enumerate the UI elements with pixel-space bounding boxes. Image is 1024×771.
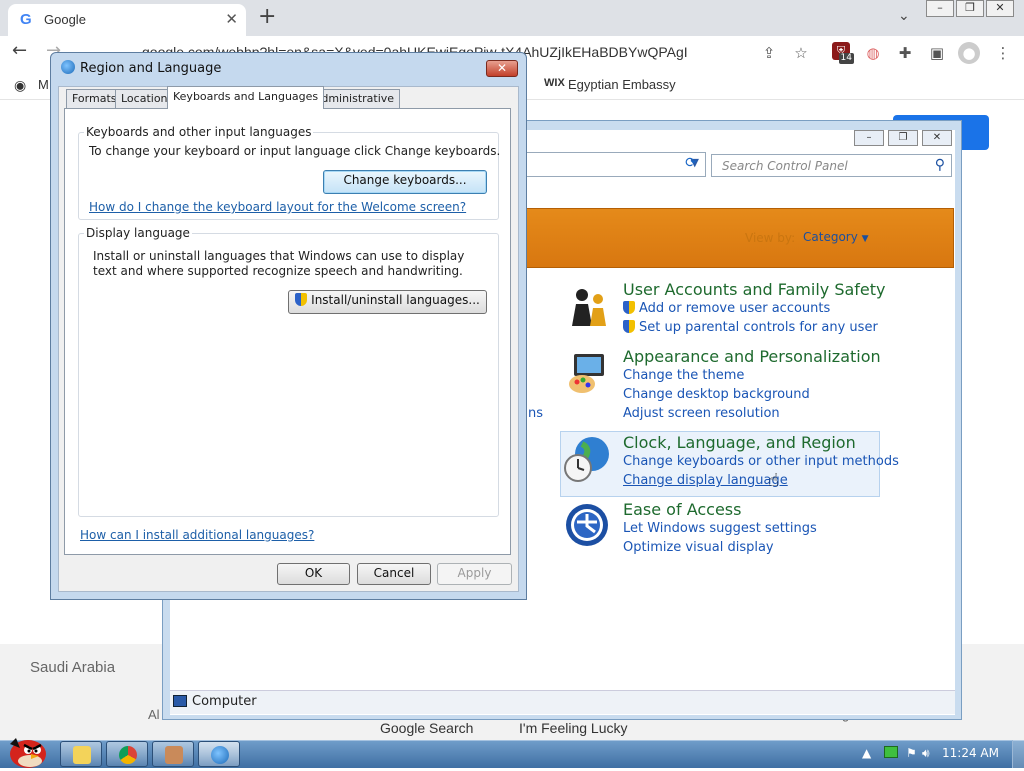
- chevron-down-icon: ▼: [861, 234, 869, 244]
- display-language-group-label: Display language: [84, 226, 192, 240]
- feeling-lucky-button[interactable]: I'm Feeling Lucky: [519, 720, 628, 736]
- google-favicon-icon: G: [20, 11, 32, 28]
- install-additional-languages-link[interactable]: How can I install additional languages?: [80, 528, 314, 542]
- tab-location[interactable]: Location: [115, 89, 174, 108]
- taskbar-control-panel-button[interactable]: [198, 741, 240, 767]
- appearance-icon[interactable]: [566, 350, 612, 396]
- footer-country: Saudi Arabia: [30, 659, 116, 676]
- network-icon[interactable]: [884, 746, 898, 758]
- uac-shield-icon: [623, 301, 635, 314]
- ease-of-access-icon[interactable]: [564, 502, 610, 548]
- show-desktop-button[interactable]: [1012, 740, 1024, 768]
- extension-icon[interactable]: ⛨ 14: [832, 42, 854, 64]
- restore-button[interactable]: ❐: [956, 0, 984, 17]
- link-screen-resolution[interactable]: Adjust screen resolution: [623, 406, 780, 421]
- extensions-puzzle-icon[interactable]: ✚: [894, 42, 916, 64]
- link-add-remove-users[interactable]: Add or remove user accounts: [623, 301, 830, 316]
- change-keyboards-button[interactable]: Change keyboards...: [323, 170, 487, 194]
- link-windows-suggest[interactable]: Let Windows suggest settings: [623, 521, 817, 536]
- cp-close-button[interactable]: ✕: [922, 130, 952, 146]
- taskbar-app-button[interactable]: [152, 741, 194, 767]
- keyboards-group-label: Keyboards and other input languages: [84, 125, 314, 139]
- cp-status-bar: [170, 690, 955, 714]
- minimize-button[interactable]: –: [926, 0, 954, 17]
- bookmark-egyptian-embassy[interactable]: Egyptian Embassy: [568, 77, 676, 92]
- install-uninstall-languages-button[interactable]: Install/uninstall languages...: [288, 290, 487, 314]
- install-button-label: Install/uninstall languages...: [311, 293, 480, 307]
- tab-close-icon[interactable]: ✕: [225, 10, 238, 28]
- app-icon: [165, 746, 183, 764]
- bookmark-globe-icon: ◉: [14, 77, 27, 93]
- category-title-appearance[interactable]: Appearance and Personalization: [623, 347, 881, 366]
- chrome-icon: [119, 746, 137, 764]
- bookmark-item[interactable]: M: [38, 77, 49, 92]
- cancel-button[interactable]: Cancel: [357, 563, 431, 585]
- control-panel-icon: [211, 746, 229, 764]
- side-panel-icon[interactable]: ▣: [926, 42, 948, 64]
- clock-globe-icon[interactable]: [564, 434, 610, 482]
- clock-time[interactable]: 11:24 AM: [942, 746, 999, 760]
- browser-window-controls: – ❐ ✕: [918, 0, 1018, 18]
- back-arrow-icon[interactable]: ←: [12, 40, 27, 61]
- tab-keyboards-languages[interactable]: Keyboards and Languages: [167, 86, 325, 109]
- truncated-link[interactable]: ns: [528, 406, 543, 421]
- link-text: Add or remove user accounts: [639, 301, 831, 316]
- dialog-close-button[interactable]: ✕: [486, 60, 518, 77]
- category-title-clock-language-region[interactable]: Clock, Language, and Region: [623, 433, 856, 452]
- close-button[interactable]: ✕: [986, 0, 1014, 17]
- link-change-theme[interactable]: Change the theme: [623, 368, 744, 383]
- volume-icon[interactable]: 🔊︎: [922, 746, 930, 761]
- view-by-value: Category: [803, 230, 858, 244]
- ok-button[interactable]: OK: [277, 563, 350, 585]
- extension-flag-icon[interactable]: ◍: [862, 42, 884, 64]
- link-parental-controls[interactable]: Set up parental controls for any user: [623, 320, 878, 335]
- search-placeholder: Search Control Panel: [722, 159, 848, 173]
- link-desktop-background[interactable]: Change desktop background: [623, 387, 810, 402]
- bookmark-star-icon[interactable]: ☆: [790, 42, 812, 64]
- profile-avatar-icon[interactable]: ●: [958, 42, 980, 64]
- google-search-button[interactable]: Google Search: [380, 720, 473, 736]
- region-globe-icon: [61, 60, 75, 74]
- dialog-title: Region and Language: [80, 61, 222, 76]
- new-tab-button[interactable]: +: [258, 4, 276, 29]
- uac-shield-icon: [623, 320, 635, 333]
- angry-bird-start-icon[interactable]: [4, 730, 48, 768]
- search-icon[interactable]: ⚲: [935, 157, 945, 173]
- view-by-dropdown[interactable]: Category ▼: [803, 230, 869, 244]
- hand-cursor-icon: ☝: [768, 470, 779, 491]
- browser-tab[interactable]: G Google ✕: [8, 4, 246, 36]
- category-title-user-accounts[interactable]: User Accounts and Family Safety: [623, 280, 886, 299]
- cp-restore-button[interactable]: ❐: [888, 130, 918, 146]
- flag-icon[interactable]: ⚑: [906, 746, 917, 760]
- link-change-keyboards[interactable]: Change keyboards or other input methods: [623, 454, 899, 469]
- keyboards-group-text: To change your keyboard or input languag…: [89, 144, 501, 158]
- taskbar-explorer-button[interactable]: [60, 741, 102, 767]
- tab-title: Google: [44, 12, 86, 27]
- show-hidden-icons-icon[interactable]: ▲: [862, 746, 871, 760]
- uac-shield-icon: [295, 293, 308, 306]
- wix-logo-icon: WIX: [544, 77, 565, 89]
- apply-button[interactable]: Apply: [437, 563, 512, 585]
- user-accounts-icon[interactable]: [566, 284, 612, 330]
- chrome-menu-icon[interactable]: ⋮: [992, 42, 1014, 64]
- footer-link-fragment[interactable]: Al: [148, 707, 160, 722]
- tab-search-chevron-icon[interactable]: ⌄: [898, 8, 910, 24]
- link-optimize-visual[interactable]: Optimize visual display: [623, 540, 774, 555]
- status-text: Computer: [192, 694, 257, 709]
- link-change-display-language[interactable]: Change display language: [623, 473, 788, 488]
- refresh-icon[interactable]: ⟳: [681, 155, 701, 175]
- extension-badge: 14: [838, 53, 854, 64]
- taskbar-chrome-button[interactable]: [106, 741, 148, 767]
- share-icon[interactable]: ⇪: [758, 42, 780, 64]
- link-text: Set up parental controls for any user: [639, 320, 878, 335]
- display-language-text: Install or uninstall languages that Wind…: [93, 249, 465, 278]
- view-by-label: View by:: [745, 231, 796, 245]
- welcome-screen-keyboard-link[interactable]: How do I change the keyboard layout for …: [89, 200, 466, 214]
- cp-minimize-button[interactable]: –: [854, 130, 884, 146]
- computer-icon: [173, 695, 187, 707]
- cp-search-input[interactable]: Search Control Panel ⚲: [711, 154, 952, 177]
- folder-icon: [73, 746, 91, 764]
- category-title-ease-of-access[interactable]: Ease of Access: [623, 500, 741, 519]
